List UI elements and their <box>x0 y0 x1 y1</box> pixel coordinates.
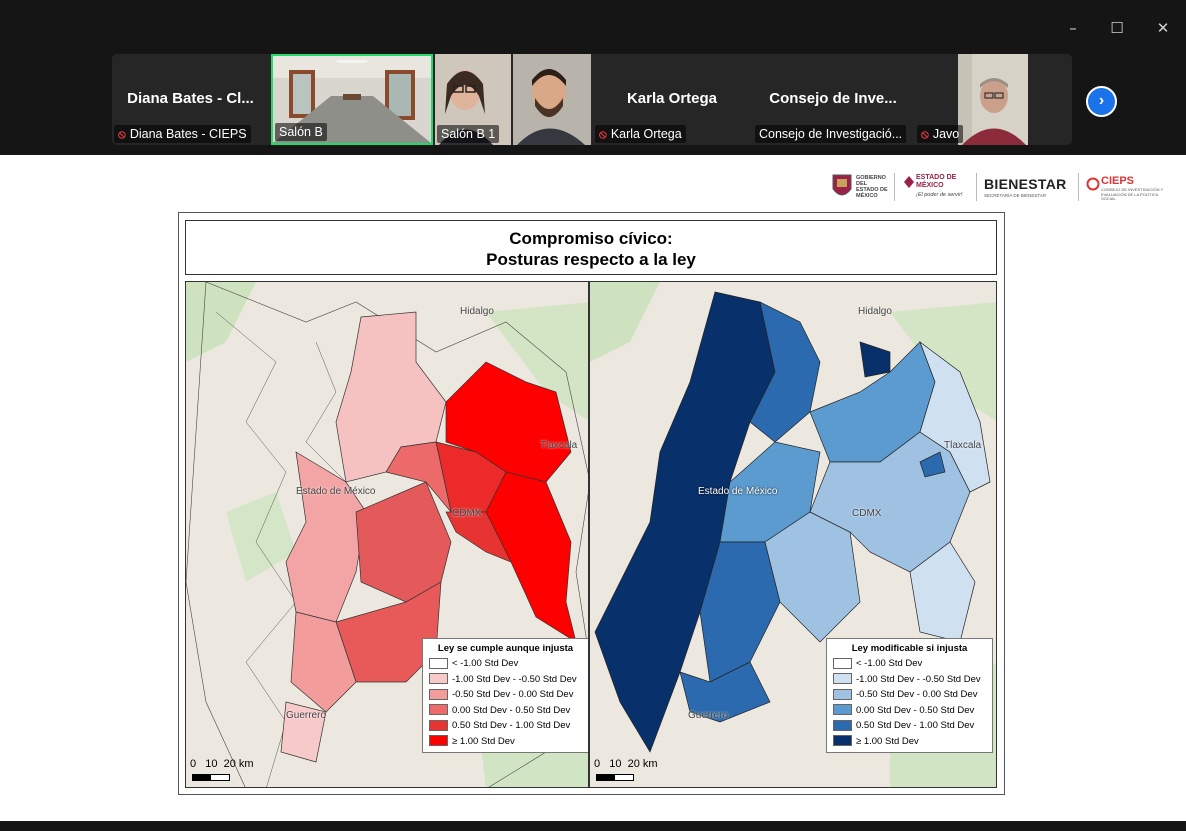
place-label: Tlaxcala <box>540 440 578 451</box>
participant-tile-karla[interactable]: Karla Ortega ⦸ Karla Ortega <box>593 54 751 145</box>
place-label: Estado de México <box>296 486 376 497</box>
close-button[interactable]: ✕ <box>1151 16 1175 40</box>
participant-tile-salon-b1[interactable]: Salón B 1 <box>435 54 591 145</box>
cieps-sub: CONSEJO DE INVESTIGACIÓN Y EVALUACIÓN DE… <box>1101 187 1164 201</box>
minimize-button[interactable]: – <box>1061 16 1085 40</box>
map-right: Hidalgo Tlaxcala Estado de México CDMX G… <box>589 281 997 788</box>
bienestar-sub: SECRETARÍA DE BIENESTAR <box>984 193 1047 198</box>
next-participants-button[interactable]: › <box>1086 86 1117 117</box>
participant-display-name: Diana Bates - Cl... <box>127 90 254 107</box>
mic-off-icon: ⦸ <box>599 127 607 141</box>
legend-swatch <box>833 719 852 731</box>
bottom-bar <box>0 821 1186 831</box>
edomex-logo-text: ESTADO DE MÉXICO <box>916 174 957 189</box>
legend-swatch <box>429 735 448 747</box>
place-label: Hidalgo <box>460 306 494 317</box>
participant-name-tag: ⦸ Diana Bates - CIEPS <box>114 125 251 143</box>
slide-title-line-1: Compromiso cívico: <box>509 229 673 248</box>
participant-name-tag: Consejo de Investigació... <box>755 125 907 143</box>
chevron-right-icon: › <box>1098 92 1105 109</box>
cieps-logo-icon <box>1086 177 1100 191</box>
legend-swatch <box>429 673 448 685</box>
participant-tile-javo[interactable]: ⦸ Javo <box>915 54 1072 145</box>
legend-title: Ley modificable si injusta <box>851 643 968 654</box>
participant-name-tag: Salón B <box>275 123 327 141</box>
map-legend: Ley modificable si injusta < -1.00 Std D… <box>826 638 993 753</box>
shared-screen: GOBIERNO DEL ESTADO DE MÉXICO ESTADO DE … <box>0 155 1186 821</box>
place-label: CDMX <box>852 508 882 519</box>
maximize-button[interactable]: ☐ <box>1105 16 1129 40</box>
legend-swatch <box>833 657 852 669</box>
cieps-logo: CIEPS <box>1101 175 1135 187</box>
scale-bar <box>192 774 230 781</box>
legend-swatch <box>833 688 852 700</box>
participant-display-name: Consejo de Inve... <box>769 90 897 107</box>
legend-item: -1.00 Std Dev - -0.50 Std Dev <box>833 673 986 689</box>
legend-swatch <box>833 673 852 685</box>
video-thumbnail <box>958 54 1028 145</box>
legend-item: ≥ 1.00 Std Dev <box>833 735 986 751</box>
place-label: Guerrero <box>688 710 729 721</box>
legend-item: 0.50 Std Dev - 1.00 Std Dev <box>429 719 582 735</box>
slide-title-line-2: Posturas respecto a la ley <box>486 250 696 269</box>
legend-swatch <box>429 657 448 669</box>
legend-swatch <box>429 704 448 716</box>
edomex-logo-icon <box>904 176 914 188</box>
legend-item: < -1.00 Std Dev <box>429 657 582 673</box>
legend-swatch <box>429 719 448 731</box>
legend-item: 0.00 Std Dev - 0.50 Std Dev <box>429 704 582 720</box>
legend-swatch <box>833 735 852 747</box>
coat-of-arms-icon <box>832 174 852 196</box>
map-legend: Ley se cumple aunque injusta < -1.00 Std… <box>422 638 588 753</box>
gobierno-logo-text: GOBIERNO DEL ESTADO DE MÉXICO <box>856 175 888 199</box>
legend-title: Ley se cumple aunque injusta <box>437 643 574 654</box>
bienestar-logo: BIENESTAR <box>984 176 1067 192</box>
window-title-bar: – ☐ ✕ <box>0 0 1186 54</box>
participant-tile-salon-b[interactable]: Salón B <box>271 54 433 145</box>
slide-title: Compromiso cívico: Posturas respecto a l… <box>185 220 997 275</box>
participant-tile-consejo[interactable]: Consejo de Inve... Consejo de Investigac… <box>753 54 913 145</box>
legend-item: -0.50 Std Dev - 0.00 Std Dev <box>429 688 582 704</box>
legend-item: 0.50 Std Dev - 1.00 Std Dev <box>833 719 986 735</box>
scale-label: 0 10 20 km <box>594 758 658 770</box>
legend-item: < -1.00 Std Dev <box>833 657 986 673</box>
legend-item: -1.00 Std Dev - -0.50 Std Dev <box>429 673 582 689</box>
participant-name-tag: ⦸ Javo <box>917 125 964 143</box>
legend-item: ≥ 1.00 Std Dev <box>429 735 582 751</box>
place-label: Tlaxcala <box>944 440 982 451</box>
place-label: Guerrero <box>286 710 327 721</box>
legend-item: 0.00 Std Dev - 0.50 Std Dev <box>833 704 986 720</box>
edomex-slogan: ¡El poder de servir! <box>916 192 963 198</box>
map-left: Hidalgo Tlaxcala Estado de México CDMX G… <box>185 281 589 788</box>
mic-off-icon: ⦸ <box>118 127 126 141</box>
participant-tile-diana[interactable]: Diana Bates - Cl... ⦸ Diana Bates - CIEPS <box>112 54 269 145</box>
participant-name-tag: Salón B 1 <box>437 125 500 143</box>
place-label: CDMX <box>452 508 482 519</box>
legend-item: -0.50 Std Dev - 0.00 Std Dev <box>833 688 986 704</box>
legend-swatch <box>833 704 852 716</box>
mic-off-icon: ⦸ <box>921 127 929 141</box>
scale-label: 0 10 20 km <box>190 758 254 770</box>
participant-display-name: Karla Ortega <box>626 90 718 107</box>
slide-frame: Compromiso cívico: Posturas respecto a l… <box>178 212 1005 795</box>
legend-swatch <box>429 688 448 700</box>
place-label: Hidalgo <box>858 306 892 317</box>
scale-bar <box>596 774 634 781</box>
participant-name-tag: ⦸ Karla Ortega <box>595 125 686 143</box>
place-label: Estado de México <box>698 486 778 497</box>
